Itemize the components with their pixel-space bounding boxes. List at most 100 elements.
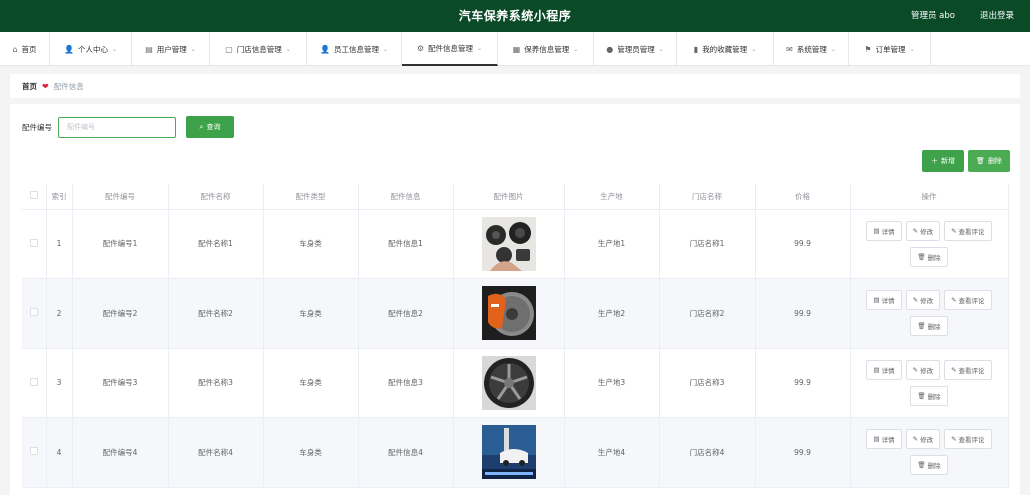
nav-item-parts[interactable]: ⚙ 配件信息管理 ⌄ xyxy=(402,32,498,66)
chevron-down-icon: ⌄ xyxy=(830,45,836,53)
search-button-label: 查询 xyxy=(206,123,221,131)
nav-item-favorites[interactable]: ▮ 我的收藏管理 ⌄ xyxy=(677,32,774,66)
origin-cell: 生产地3 xyxy=(564,348,660,418)
view-reviews-button[interactable]: ✎ 查看评论 xyxy=(944,429,992,450)
delete-button[interactable]: 🗑 删除 xyxy=(910,316,948,337)
index-cell: 1 xyxy=(46,209,73,279)
breadcrumb-home[interactable]: 首页 xyxy=(22,81,37,92)
delete-button[interactable]: 🗑 删除 xyxy=(910,385,948,406)
trash-icon: 🗑 xyxy=(917,461,926,470)
column-header: 配件编号 xyxy=(72,184,169,210)
view-reviews-label: 查看评论 xyxy=(958,436,985,445)
document-icon: ▤ xyxy=(873,435,880,444)
document-icon: ▤ xyxy=(873,365,880,374)
trash-icon: 🗑 xyxy=(917,322,926,331)
part-image[interactable] xyxy=(481,355,536,410)
part-info-cell: 配件信息3 xyxy=(358,348,454,418)
edit-button[interactable]: ✎ 修改 xyxy=(905,290,941,311)
part-name-cell: 配件名称1 xyxy=(168,209,264,279)
chevron-down-icon: ⌄ xyxy=(111,45,117,53)
row-checkbox[interactable] xyxy=(29,447,38,456)
part-code-cell: 配件编号3 xyxy=(72,348,169,418)
logout-link[interactable]: 退出登录 xyxy=(980,0,1014,32)
detail-button[interactable]: ▤ 详情 xyxy=(866,290,902,311)
edit-icon: ✎ xyxy=(951,226,957,235)
search-button[interactable]: ⌕ 查询 xyxy=(186,116,234,138)
batch-delete-button[interactable]: 🗑 删除 xyxy=(968,150,1010,172)
chevron-down-icon: ⌄ xyxy=(751,45,757,53)
part-image[interactable] xyxy=(481,216,536,271)
detail-button[interactable]: ▤ 详情 xyxy=(866,359,902,380)
nav-item-label: 保养信息管理 xyxy=(524,44,570,54)
nav-item-grid[interactable]: ▤ 用户管理 ⌄ xyxy=(132,32,210,66)
column-header: 配件类型 xyxy=(263,184,359,210)
origin-cell: 生产地1 xyxy=(564,209,660,279)
part-info-cell: 配件信息2 xyxy=(358,278,454,349)
search-icon: ⌕ xyxy=(199,122,204,131)
system-icon: ✉ xyxy=(786,44,793,54)
trash-icon: 🗑 xyxy=(917,252,926,261)
nav-item-staff[interactable]: 👤 员工信息管理 ⌄ xyxy=(307,32,402,66)
row-checkbox[interactable] xyxy=(29,308,38,317)
part-code-cell: 配件编号4 xyxy=(72,417,169,488)
nav-item-maintenance[interactable]: ▦ 保养信息管理 ⌄ xyxy=(498,32,594,66)
view-reviews-button[interactable]: ✎ 查看评论 xyxy=(944,290,992,311)
nav-item-label: 订单管理 xyxy=(875,44,906,54)
edit-button[interactable]: ✎ 修改 xyxy=(905,429,941,450)
part-image[interactable] xyxy=(481,286,536,341)
chevron-down-icon: ⌄ xyxy=(573,45,579,53)
edit-button[interactable]: ✎ 修改 xyxy=(905,359,941,380)
chevron-down-icon: ⌄ xyxy=(658,45,664,53)
delete-button[interactable]: 🗑 删除 xyxy=(910,246,948,267)
row-checkbox[interactable] xyxy=(29,238,38,247)
staff-icon: 👤 xyxy=(320,44,330,54)
origin-cell: 生产地4 xyxy=(564,417,660,488)
detail-button-label: 详情 xyxy=(881,297,895,306)
part-image[interactable] xyxy=(481,425,536,480)
select-all-checkbox[interactable] xyxy=(29,191,38,200)
view-reviews-label: 查看评论 xyxy=(958,366,985,375)
view-reviews-button[interactable]: ✎ 查看评论 xyxy=(944,220,992,241)
nav-item-person[interactable]: 👤 个人中心 ⌄ xyxy=(50,32,132,66)
nav-item-system[interactable]: ✉ 系统管理 ⌄ xyxy=(774,32,849,66)
maintenance-icon: ▦ xyxy=(512,44,521,54)
trash-icon: 🗑 xyxy=(917,391,926,400)
detail-button[interactable]: ▤ 详情 xyxy=(866,429,902,450)
column-header: 门店名称 xyxy=(659,184,756,210)
add-button[interactable]: ＋ 新增 xyxy=(922,150,964,172)
store-name-cell: 门店名称3 xyxy=(659,348,756,418)
operations-cell: ▤ 详情 ✎ 修改 ✎ 查看评论 🗑 删除 xyxy=(850,209,1009,279)
edit-button[interactable]: ✎ 修改 xyxy=(905,220,941,241)
plus-icon: ＋ xyxy=(931,157,938,165)
part-name-cell: 配件名称3 xyxy=(168,348,264,418)
toolbar: ＋ 新增 🗑 删除 xyxy=(922,150,1010,172)
chevron-down-icon: ⌄ xyxy=(190,45,196,53)
nav-item-admin[interactable]: ● 管理员管理 ⌄ xyxy=(594,32,677,66)
edit-icon: ✎ xyxy=(951,435,957,444)
favorites-icon: ▮ xyxy=(693,44,699,54)
trash-icon: 🗑 xyxy=(976,157,985,165)
nav-item-order[interactable]: ⚑ 订单管理 ⌄ xyxy=(849,32,931,66)
detail-button-label: 详情 xyxy=(881,227,895,236)
store-name-cell: 门店名称4 xyxy=(659,417,756,488)
delete-button[interactable]: 🗑 删除 xyxy=(910,455,948,476)
row-checkbox[interactable] xyxy=(29,377,38,386)
delete-button-label: 删除 xyxy=(927,323,941,332)
search-input[interactable]: 配件编号 xyxy=(58,116,176,138)
row-select-cell xyxy=(22,209,47,279)
batch-delete-label: 删除 xyxy=(987,157,1002,165)
order-icon: ⚑ xyxy=(864,44,872,54)
operations-cell: ▤ 详情 ✎ 修改 ✎ 查看评论 🗑 删除 xyxy=(850,348,1009,418)
column-header: 配件名称 xyxy=(168,184,264,210)
delete-button-label: 删除 xyxy=(927,392,941,401)
detail-button[interactable]: ▤ 详情 xyxy=(866,220,902,241)
edit-icon: ✎ xyxy=(912,296,919,305)
nav-item-home[interactable]: ⌂ 首页 xyxy=(0,32,50,66)
view-reviews-button[interactable]: ✎ 查看评论 xyxy=(944,359,992,380)
add-button-label: 新增 xyxy=(941,157,955,165)
select-all-cell xyxy=(22,184,47,210)
operations-cell: ▤ 详情 ✎ 修改 ✎ 查看评论 🗑 删除 xyxy=(850,278,1009,349)
content-panel: 配件编号 配件编号 ⌕ 查询 ＋ 新增 🗑 删除 索引 配件编号 配件名称 配件类型配… xyxy=(10,104,1020,495)
nav-item-store[interactable]: ▢ 门店信息管理 ⌄ xyxy=(210,32,307,66)
price-cell: 99.9 xyxy=(755,348,851,418)
